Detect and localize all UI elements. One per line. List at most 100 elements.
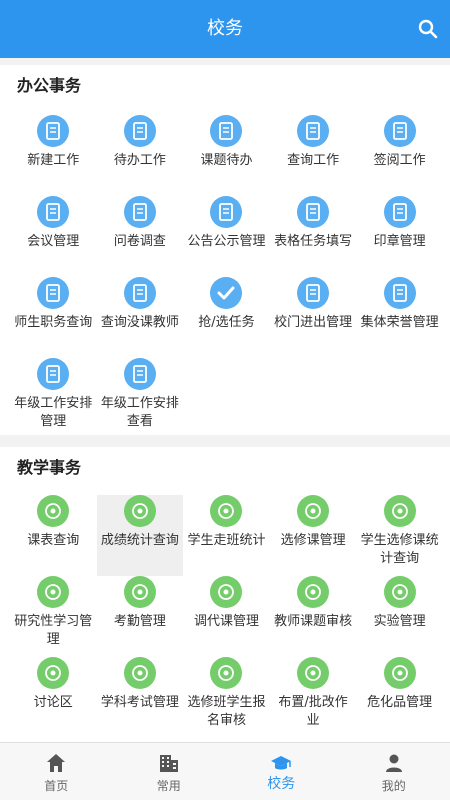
teaching-item[interactable]: 课表查询 xyxy=(10,495,97,576)
item-label: 成绩统计查询 xyxy=(100,533,179,548)
item-label: 师生职务查询 xyxy=(14,315,93,330)
office-item[interactable]: 师生职务查询 xyxy=(10,277,97,358)
teaching-item[interactable]: 选修课管理 xyxy=(270,495,357,576)
person-icon xyxy=(385,754,402,772)
honor-icon xyxy=(383,277,416,309)
item-label: 讨论区 xyxy=(33,695,73,710)
doc-view-icon xyxy=(123,358,156,390)
tab-label: 常用 xyxy=(156,779,181,793)
review-icon xyxy=(297,576,330,608)
tab-common[interactable]: 常用 xyxy=(113,743,226,800)
office-item[interactable]: 抢/选任务 xyxy=(183,277,270,358)
id-card-icon xyxy=(37,277,70,309)
tab-label: 我的 xyxy=(381,779,406,793)
homework-icon xyxy=(297,657,330,689)
office-item[interactable]: 新建工作 xyxy=(10,115,97,196)
section-title-office: 办公事务 xyxy=(17,76,82,95)
bulb-icon xyxy=(37,576,70,608)
hand-icon xyxy=(123,576,156,608)
item-label: 实验管理 xyxy=(373,614,426,629)
home-icon xyxy=(47,754,66,772)
item-label: 危化品管理 xyxy=(367,695,433,710)
chat-icon xyxy=(37,657,70,689)
item-label: 集体荣誉管理 xyxy=(360,315,439,330)
teaching-item[interactable]: 危化品管理 xyxy=(356,657,443,738)
item-label: 课题待办 xyxy=(200,153,253,168)
item-label: 学生选修课统计查询 xyxy=(360,533,439,566)
item-label: 研究性学习管理 xyxy=(14,614,93,647)
item-label: 年级工作安排管理 xyxy=(14,396,93,429)
office-item[interactable]: 表格任务填写 xyxy=(270,196,357,277)
edit-doc-icon xyxy=(383,115,416,147)
teaching-item[interactable]: 讨论区 xyxy=(10,657,97,738)
tab-affairs[interactable]: 校务 xyxy=(225,743,338,800)
office-item[interactable]: 查询没课教师 xyxy=(97,277,184,358)
grade-icon xyxy=(123,495,156,527)
flask-icon xyxy=(383,576,416,608)
teaching-section: 教学事务 课表查询 成绩统计查询 学生走班统计 选修课管理 学生选修课统计查询研究性学习… xyxy=(0,447,450,742)
calendar-icon xyxy=(210,495,243,527)
signup-icon xyxy=(210,657,243,689)
page-title: 校务 xyxy=(207,18,243,39)
tab-label: 校务 xyxy=(267,776,296,792)
office-item[interactable]: 集体荣誉管理 xyxy=(356,277,443,358)
item-label: 问卷调查 xyxy=(113,234,166,249)
swap-bulb-icon xyxy=(210,576,243,608)
tab-home[interactable]: 首页 xyxy=(0,743,113,800)
search-icon[interactable] xyxy=(416,17,440,41)
elective-icon xyxy=(297,495,330,527)
teaching-item[interactable]: 布置/批改作业 xyxy=(270,657,357,738)
office-item[interactable]: 课题待办 xyxy=(183,115,270,196)
teaching-item[interactable]: 学生走班统计 xyxy=(183,495,270,576)
teaching-item[interactable]: 实验管理 xyxy=(356,576,443,657)
office-section: 办公事务 新建工作 待办工作 课题待办 查询工作 签阅工作会议管理 问卷调查 公告公示管理表… xyxy=(0,65,450,435)
section-title-teaching: 教学事务 xyxy=(17,458,82,477)
item-label: 查询工作 xyxy=(287,153,340,168)
item-label: 调代课管理 xyxy=(193,614,259,629)
teaching-item[interactable]: 成绩统计查询 xyxy=(96,495,184,576)
item-label: 公告公示管理 xyxy=(187,234,266,249)
stamp-icon xyxy=(383,196,416,228)
office-item[interactable]: 会议管理 xyxy=(10,196,97,277)
office-item[interactable]: 公告公示管理 xyxy=(183,196,270,277)
hazard-flask-icon xyxy=(383,657,416,689)
office-item[interactable]: 校门进出管理 xyxy=(270,277,357,358)
item-label: 布置/批改作业 xyxy=(278,695,348,728)
teaching-item[interactable]: 学科考试管理 xyxy=(97,657,184,738)
item-label: 新建工作 xyxy=(27,153,80,168)
survey-icon xyxy=(123,196,156,228)
doc-list-icon xyxy=(210,115,243,147)
office-item[interactable]: 年级工作安排查看 xyxy=(97,358,184,439)
main-content: 办公事务 新建工作 待办工作 课题待办 查询工作 签阅工作会议管理 问卷调查 公告公示管理表… xyxy=(0,58,450,742)
item-label: 学科考试管理 xyxy=(100,695,179,710)
notice-board-icon xyxy=(210,196,243,228)
office-item[interactable]: 年级工作安排管理 xyxy=(10,358,97,439)
teaching-item[interactable]: 选修班学生报名审核 xyxy=(183,657,270,738)
office-item[interactable]: 查询工作 xyxy=(270,115,357,196)
teaching-item[interactable]: 学生选修课统计查询 xyxy=(356,495,443,576)
teaching-grid: 课表查询 成绩统计查询 学生走班统计 选修课管理 学生选修课统计查询研究性学习管理 考勤管… xyxy=(0,495,450,738)
office-item[interactable]: 问卷调查 xyxy=(97,196,184,277)
bottom-tab-bar: 首页 常用 校务 我的 xyxy=(0,742,450,800)
item-label: 查询没课教师 xyxy=(100,315,179,330)
building-icon xyxy=(159,755,178,772)
item-label: 考勤管理 xyxy=(113,614,166,629)
tab-mine[interactable]: 我的 xyxy=(338,743,450,800)
office-item[interactable]: 签阅工作 xyxy=(356,115,443,196)
exam-book-icon xyxy=(123,657,156,689)
office-item[interactable]: 待办工作 xyxy=(97,115,184,196)
group-icon xyxy=(37,196,70,228)
teaching-item[interactable]: 研究性学习管理 xyxy=(10,576,97,657)
office-item[interactable]: 印章管理 xyxy=(356,196,443,277)
folder-plus-icon xyxy=(37,115,70,147)
office-grid: 新建工作 待办工作 课题待办 查询工作 签阅工作会议管理 问卷调查 公告公示管理 表格任务填写… xyxy=(0,115,450,439)
doc-clock-icon xyxy=(123,115,156,147)
item-label: 抢/选任务 xyxy=(198,315,255,330)
doc-search-icon xyxy=(297,115,330,147)
teaching-item[interactable]: 考勤管理 xyxy=(97,576,184,657)
teaching-item[interactable]: 调代课管理 xyxy=(183,576,270,657)
item-label: 签阅工作 xyxy=(373,153,426,168)
item-label: 选修课管理 xyxy=(280,533,346,548)
teaching-item[interactable]: 教师课题审核 xyxy=(270,576,357,657)
edit-doc-icon xyxy=(37,358,70,390)
